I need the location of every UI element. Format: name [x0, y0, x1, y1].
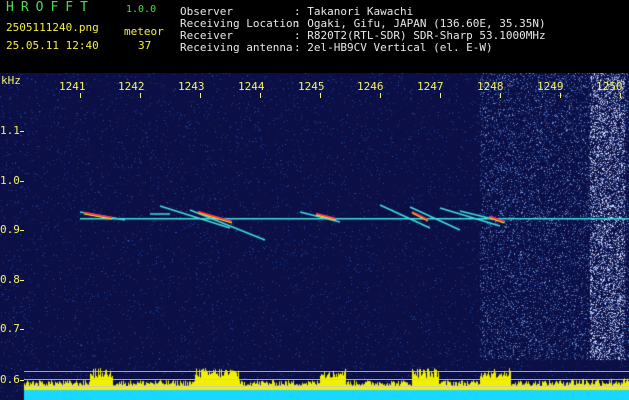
meteor-count: 37	[138, 39, 152, 52]
freq-tick-mark	[20, 131, 24, 132]
reference-line	[24, 379, 629, 380]
app-logo: HROFFT	[6, 0, 95, 15]
time-tick-mark	[260, 93, 261, 98]
antenna-value: : 2el-HB9CV Vertical (el. E-W)	[294, 41, 493, 54]
freq-tick-mark	[20, 329, 24, 330]
time-tick-mark	[320, 93, 321, 98]
time-tick-label: 1243	[178, 80, 205, 93]
freq-tick-mark	[20, 181, 24, 182]
reference-line	[24, 371, 629, 372]
time-tick-label: 1248	[477, 80, 504, 93]
time-tick-mark	[380, 93, 381, 98]
header-panel: HROFFT 1.0.0 2505111240.png meteor 25.05…	[0, 0, 629, 73]
time-tick-label: 1249	[537, 80, 564, 93]
freq-tick-label: 1.0	[0, 174, 20, 187]
spectrogram-canvas	[0, 73, 629, 400]
time-tick-label: 1246	[357, 80, 384, 93]
app-version: 1.0.0	[126, 4, 157, 15]
freq-tick-label: 0.8	[0, 273, 20, 286]
time-tick-label: 1244	[238, 80, 265, 93]
time-tick-mark	[440, 93, 441, 98]
time-tick-mark	[500, 93, 501, 98]
freq-tick-mark	[20, 280, 24, 281]
time-tick-label: 1250	[596, 80, 623, 93]
freq-tick-mark	[20, 230, 24, 231]
time-tick-mark	[200, 93, 201, 98]
freq-tick-label: 1.1	[0, 124, 20, 137]
meteor-label: meteor	[124, 25, 164, 38]
y-unit-label: kHz	[1, 74, 21, 87]
time-tick-label: 1241	[59, 80, 86, 93]
time-tick-mark	[620, 93, 621, 98]
time-tick-label: 1245	[298, 80, 325, 93]
freq-tick-label: 0.9	[0, 223, 20, 236]
observation-datetime: 25.05.11 12:40	[6, 39, 99, 52]
time-tick-mark	[140, 93, 141, 98]
time-tick-mark	[560, 93, 561, 98]
time-tick-mark	[80, 93, 81, 98]
freq-tick-mark	[20, 380, 24, 381]
time-tick-label: 1247	[417, 80, 444, 93]
image-filename: 2505111240.png	[6, 21, 99, 34]
antenna-label: Receiving antenna	[180, 41, 293, 54]
reference-line	[24, 386, 629, 387]
freq-tick-label: 0.6	[0, 373, 20, 386]
time-tick-label: 1242	[118, 80, 145, 93]
freq-tick-label: 0.7	[0, 322, 20, 335]
